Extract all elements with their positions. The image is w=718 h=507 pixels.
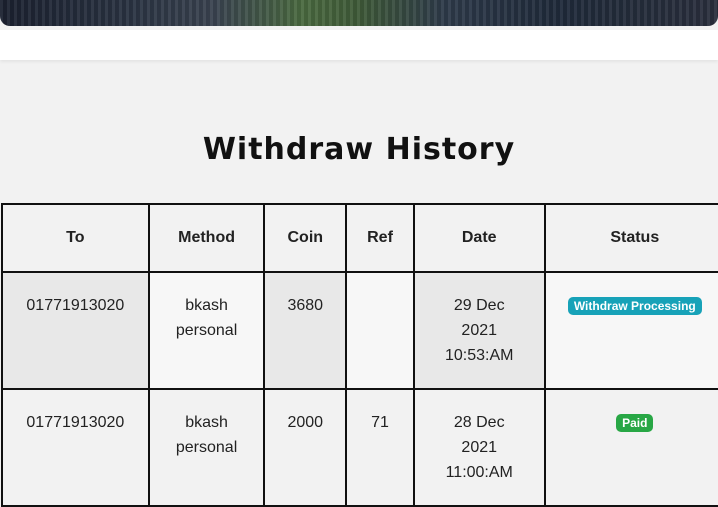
cell-method: bkash personal xyxy=(147,388,266,507)
date-year: 2021 xyxy=(461,439,498,456)
stadium-crowd-image xyxy=(0,0,718,26)
table-row: 01771913020 bkash personal 3680 29 Dec 202… xyxy=(1,271,718,390)
date-day: 29 Dec xyxy=(453,297,505,314)
method-name: bkash xyxy=(185,297,228,314)
page-title: Withdraw History xyxy=(202,132,516,168)
method-name: bkash xyxy=(185,414,228,431)
hero-banner-image xyxy=(0,0,718,26)
date-time: 10:53:AM xyxy=(444,347,514,364)
date-time: 11:00:AM xyxy=(445,464,513,481)
cell-coin: 2000 xyxy=(263,388,348,507)
status-badge: Paid xyxy=(616,414,654,432)
cell-status: Withdraw Processing xyxy=(543,271,718,390)
column-header-coin: Coin xyxy=(263,203,348,273)
cell-method: bkash personal xyxy=(147,271,266,390)
cell-coin: 3680 xyxy=(263,271,348,390)
cell-ref: 71 xyxy=(345,388,415,507)
column-header-method: Method xyxy=(147,203,266,273)
table-header-row: To Method Coin Ref Date Status xyxy=(1,203,718,273)
top-navbar xyxy=(0,30,718,60)
date-year: 2021 xyxy=(461,322,498,339)
date-day: 28 Dec xyxy=(453,414,505,431)
cell-status: Paid xyxy=(543,388,718,507)
column-header-date: Date xyxy=(412,203,546,273)
cell-to: 01771913020 xyxy=(1,271,150,390)
withdraw-history-table: To Method Coin Ref Date Status 017719130… xyxy=(1,203,718,507)
cell-date: 28 Dec 2021 11:00:AM xyxy=(412,388,546,507)
cell-ref xyxy=(345,271,415,390)
cell-date: 29 Dec 2021 10:53:AM xyxy=(412,271,546,390)
status-badge: Withdraw Processing xyxy=(567,297,702,315)
column-header-status: Status xyxy=(543,203,718,273)
cell-to: 01771913020 xyxy=(1,388,150,507)
method-type: personal xyxy=(175,322,238,339)
method-type: personal xyxy=(175,439,238,456)
table-row: 01771913020 bkash personal 2000 71 28 Dec… xyxy=(1,388,718,507)
column-header-to: To xyxy=(1,203,150,273)
column-header-ref: Ref xyxy=(345,203,415,273)
